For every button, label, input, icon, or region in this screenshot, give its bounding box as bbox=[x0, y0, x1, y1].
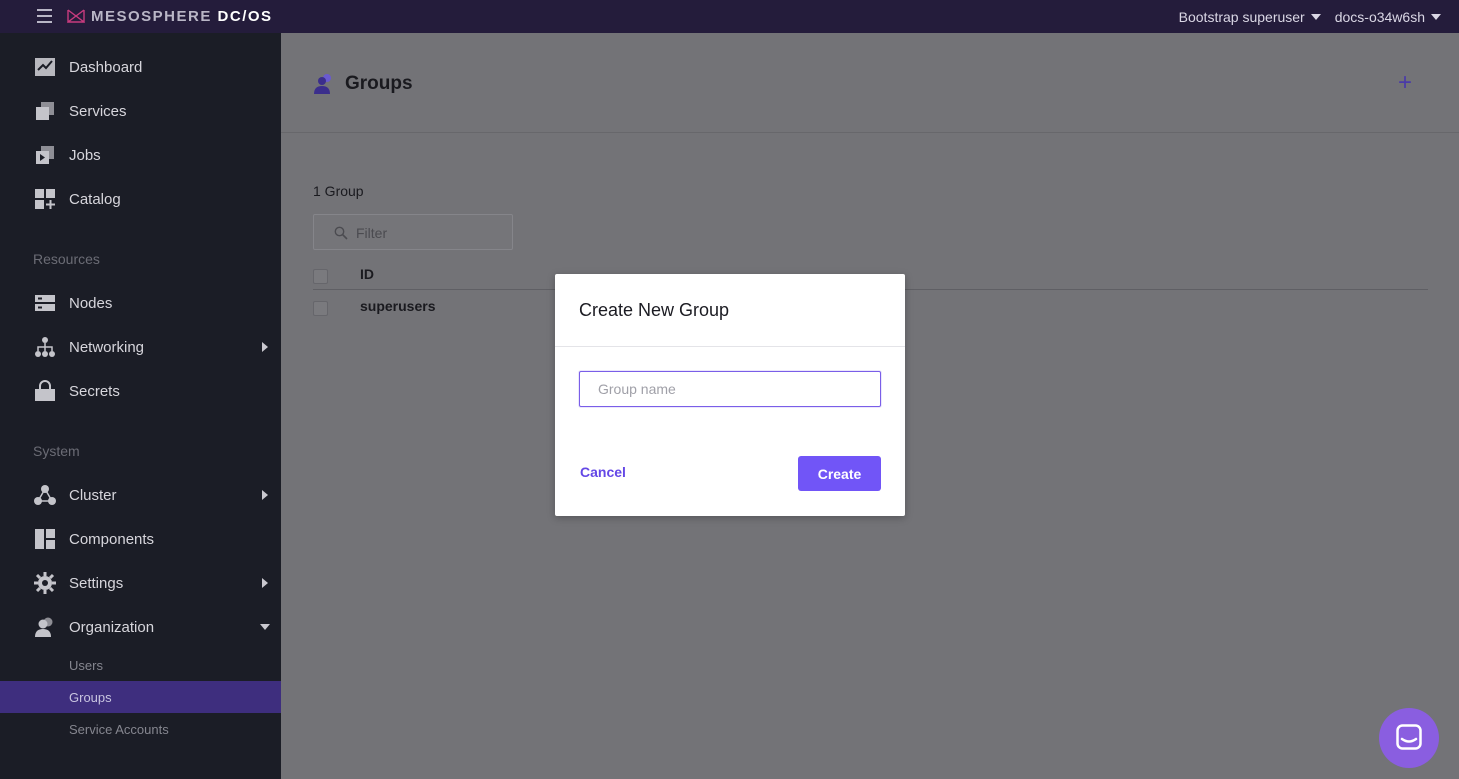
dashboard-icon bbox=[35, 58, 55, 76]
sidebar-item-label: Networking bbox=[69, 338, 145, 356]
sidebar: Dashboard Services Jobs Catalog Resource… bbox=[0, 33, 281, 779]
cluster-menu[interactable]: docs-o34w6sh bbox=[1335, 9, 1441, 25]
chat-icon bbox=[1396, 724, 1422, 750]
page-header: Groups + bbox=[281, 33, 1459, 133]
sidebar-item-label: Cluster bbox=[69, 486, 117, 504]
gear-icon bbox=[34, 572, 56, 594]
chevron-down-icon bbox=[260, 624, 270, 630]
jobs-icon bbox=[36, 146, 54, 164]
cluster-menu-label: docs-o34w6sh bbox=[1334, 8, 1425, 25]
groups-icon bbox=[314, 74, 331, 94]
components-icon bbox=[35, 529, 55, 549]
filter-input[interactable] bbox=[356, 222, 506, 244]
sidebar-subitem-label: Users bbox=[69, 657, 103, 673]
group-name-input[interactable] bbox=[579, 371, 881, 407]
nodes-icon bbox=[35, 295, 55, 311]
sidebar-item-nodes[interactable]: Nodes bbox=[0, 285, 281, 321]
search-icon bbox=[334, 226, 348, 240]
create-group-modal: Create New Group Cancel Create bbox=[555, 274, 905, 516]
logo-text-prefix: MESOSPHERE bbox=[91, 7, 218, 25]
catalog-icon bbox=[35, 189, 55, 209]
user-menu-label: Bootstrap superuser bbox=[1178, 8, 1305, 25]
sidebar-item-organization[interactable]: Organization bbox=[0, 609, 281, 645]
cluster-menu-caret-icon bbox=[1431, 13, 1441, 20]
top-bar: MESOSPHERE DC/OS Bootstrap superuser doc… bbox=[0, 0, 1459, 33]
cluster-icon bbox=[34, 485, 56, 505]
sidebar-item-services[interactable]: Services bbox=[0, 93, 281, 129]
sidebar-item-label: Settings bbox=[69, 574, 124, 592]
sidebar-item-label: Organization bbox=[69, 618, 155, 636]
sidebar-item-label: Secrets bbox=[69, 382, 120, 400]
modal-title: Create New Group bbox=[579, 300, 730, 320]
create-button[interactable]: Create bbox=[798, 456, 881, 491]
chevron-right-icon bbox=[262, 578, 268, 588]
sidebar-subitem-groups[interactable]: Groups bbox=[0, 681, 281, 713]
user-menu[interactable]: Bootstrap superuser bbox=[1179, 9, 1321, 25]
mesosphere-logo-icon bbox=[67, 9, 85, 23]
add-group-button[interactable]: + bbox=[1398, 71, 1412, 95]
sidebar-item-catalog[interactable]: Catalog bbox=[0, 181, 281, 217]
table-row-id[interactable]: superusers bbox=[360, 298, 435, 314]
sidebar-item-jobs[interactable]: Jobs bbox=[0, 137, 281, 173]
sidebar-item-components[interactable]: Components bbox=[0, 521, 281, 557]
sidebar-subitem-service-accounts[interactable]: Service Accounts bbox=[0, 713, 281, 745]
secrets-icon bbox=[35, 380, 55, 401]
row-checkbox[interactable] bbox=[313, 301, 328, 316]
sidebar-item-networking[interactable]: Networking bbox=[0, 329, 281, 365]
sidebar-subitem-users[interactable]: Users bbox=[0, 649, 281, 681]
sidebar-item-settings[interactable]: Settings bbox=[0, 565, 281, 601]
sidebar-item-secrets[interactable]: Secrets bbox=[0, 373, 281, 409]
filter-box bbox=[313, 214, 513, 250]
organization-icon bbox=[35, 617, 53, 637]
sidebar-subitem-label: Service Accounts bbox=[69, 721, 169, 737]
section-label-system: System bbox=[33, 443, 80, 459]
modal-divider bbox=[555, 346, 905, 347]
services-icon bbox=[36, 102, 54, 120]
cancel-button[interactable]: Cancel bbox=[580, 464, 626, 480]
chevron-right-icon bbox=[262, 342, 268, 352]
chat-launcher-button[interactable] bbox=[1379, 708, 1439, 768]
networking-icon bbox=[35, 337, 55, 357]
group-count: 1 Group bbox=[313, 183, 364, 199]
sidebar-item-label: Services bbox=[69, 102, 127, 120]
sidebar-item-label: Components bbox=[69, 530, 155, 548]
hamburger-menu-icon[interactable] bbox=[37, 9, 52, 23]
sidebar-subitem-label: Groups bbox=[69, 689, 112, 705]
logo: MESOSPHERE DC/OS bbox=[67, 7, 273, 25]
section-label-resources: Resources bbox=[33, 251, 100, 267]
chevron-right-icon bbox=[262, 490, 268, 500]
sidebar-item-label: Jobs bbox=[69, 146, 101, 164]
user-menu-caret-icon bbox=[1310, 13, 1321, 20]
sidebar-item-label: Dashboard bbox=[69, 58, 143, 76]
column-header-id[interactable]: ID bbox=[360, 266, 374, 282]
page-title: Groups bbox=[345, 73, 413, 94]
sidebar-item-dashboard[interactable]: Dashboard bbox=[0, 49, 281, 85]
sidebar-item-label: Catalog bbox=[69, 190, 121, 208]
logo-text-suffix: DC/OS bbox=[217, 7, 273, 25]
sidebar-item-cluster[interactable]: Cluster bbox=[0, 477, 281, 513]
select-all-checkbox[interactable] bbox=[313, 269, 328, 284]
sidebar-item-label: Nodes bbox=[69, 294, 113, 312]
